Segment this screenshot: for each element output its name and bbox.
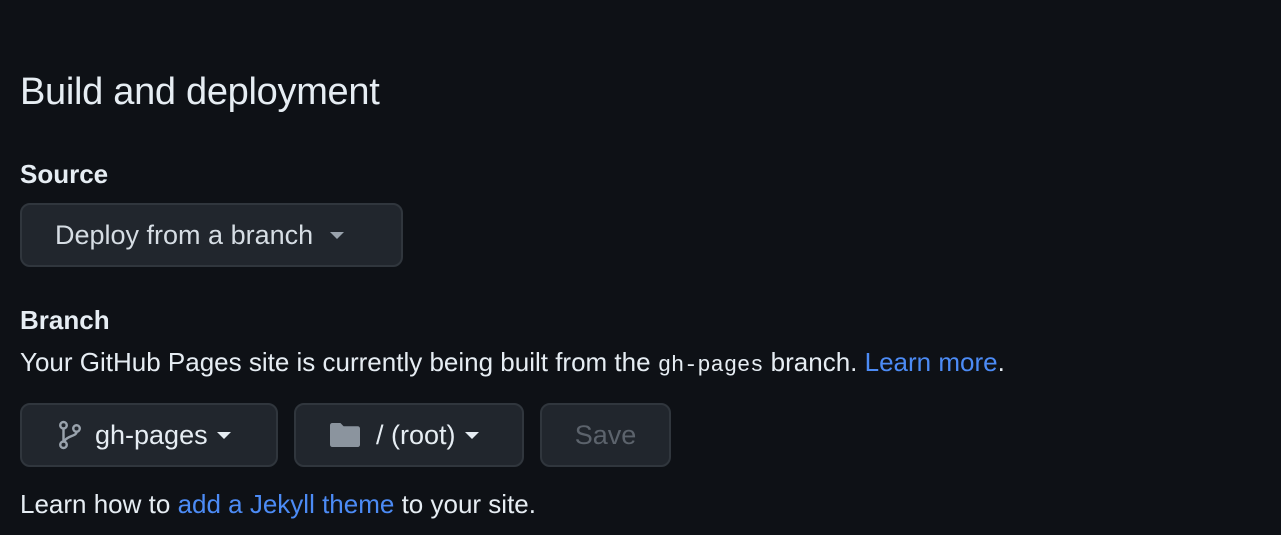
- section-title: Build and deployment: [20, 71, 380, 113]
- caret-down-icon: [330, 231, 345, 239]
- description-period: .: [997, 347, 1005, 377]
- source-label: Source: [20, 159, 109, 189]
- footer-suffix: to your site.: [394, 489, 536, 519]
- branch-description: Your GitHub Pages site is currently bein…: [20, 346, 1005, 382]
- folder-select-button[interactable]: / (root): [294, 403, 524, 467]
- jekyll-theme-link[interactable]: add a Jekyll theme: [178, 489, 395, 519]
- branch-select-value: gh-pages: [95, 419, 208, 450]
- description-suffix: branch.: [763, 347, 865, 377]
- pages-settings-panel: Build and deployment Source Deploy from …: [0, 0, 1281, 535]
- caret-down-icon: [464, 431, 479, 439]
- folder-icon: [330, 423, 360, 447]
- jekyll-theme-hint: Learn how to add a Jekyll theme to your …: [20, 488, 536, 520]
- branch-select-button[interactable]: gh-pages: [20, 403, 278, 467]
- folder-select-value: / (root): [376, 419, 456, 450]
- footer-prefix: Learn how to: [20, 489, 178, 519]
- source-dropdown-button[interactable]: Deploy from a branch: [20, 203, 403, 267]
- git-branch-icon: [59, 420, 81, 450]
- save-button[interactable]: Save: [540, 403, 671, 467]
- learn-more-link[interactable]: Learn more: [865, 347, 998, 377]
- branch-code: gh-pages: [657, 353, 764, 378]
- source-selected-value: Deploy from a branch: [55, 219, 314, 250]
- description-prefix: Your GitHub Pages site is currently bein…: [20, 347, 658, 377]
- caret-down-icon: [216, 431, 231, 439]
- branch-label: Branch: [20, 305, 110, 335]
